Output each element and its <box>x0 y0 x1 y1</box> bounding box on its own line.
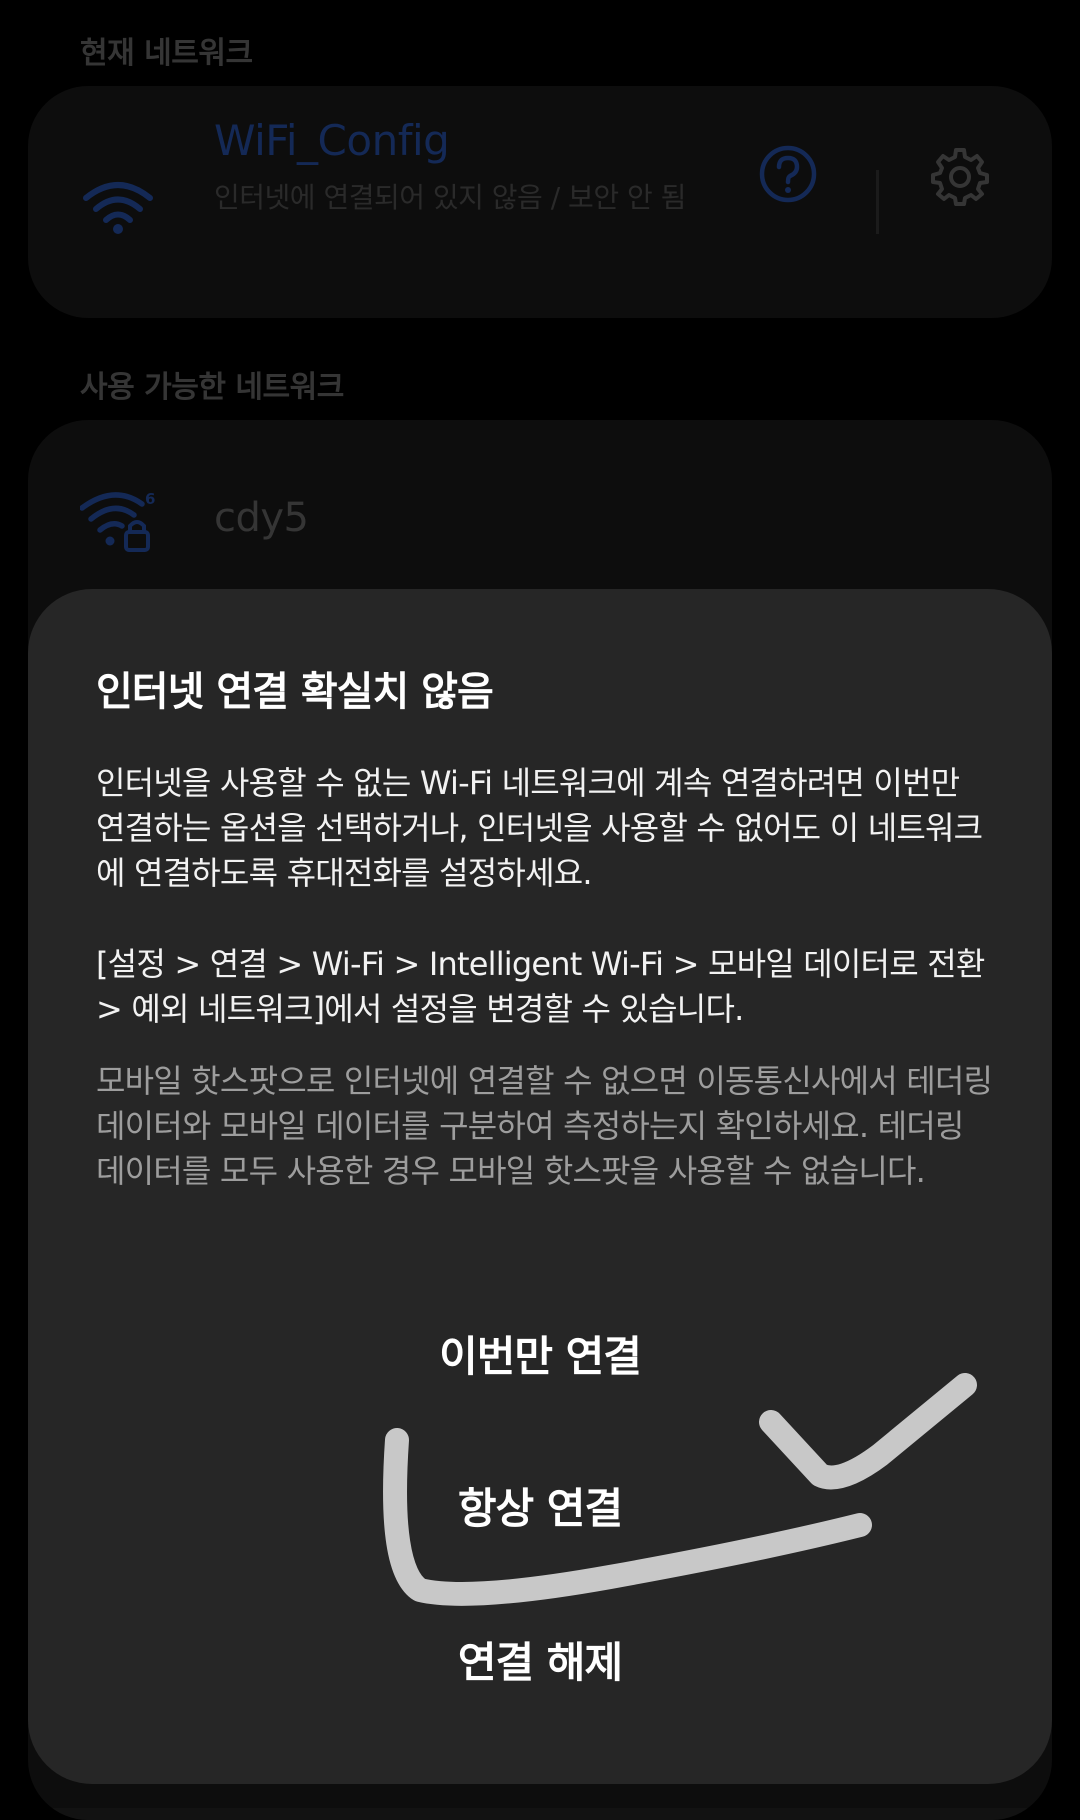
hand-drawn-checkmark-annotation <box>383 1373 977 1606</box>
